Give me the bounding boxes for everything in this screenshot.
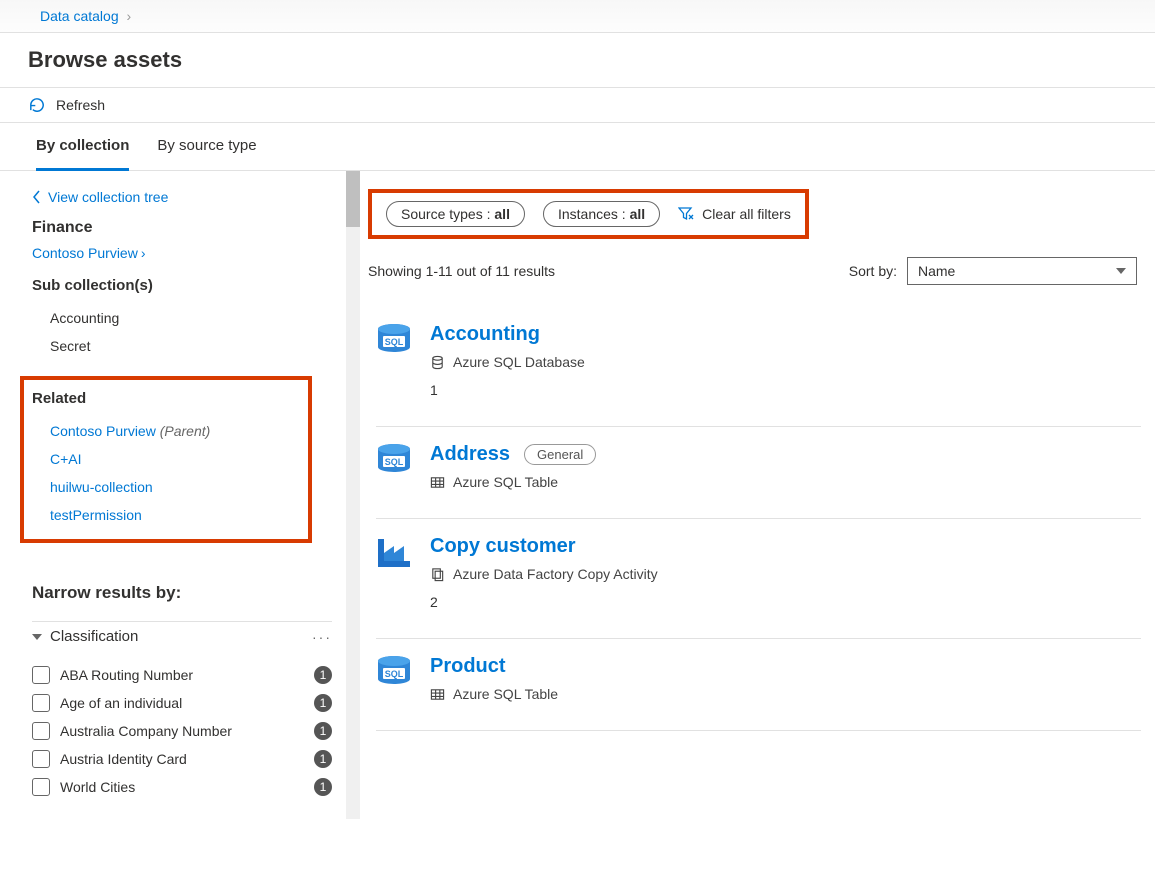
results-header: Showing 1-11 out of 11 results Sort by: … xyxy=(368,257,1141,285)
result-type: Azure SQL Database xyxy=(430,354,1141,370)
refresh-icon[interactable] xyxy=(28,96,46,114)
main-content: Source types : all Instances : all Clear… xyxy=(360,171,1155,819)
facet-more-menu[interactable]: ··· xyxy=(312,629,332,645)
sort-selected: Name xyxy=(918,263,955,279)
caret-down-icon xyxy=(32,634,42,640)
tabs: By collection By source type xyxy=(0,123,1155,171)
result-type: Azure SQL Table xyxy=(430,686,1141,702)
copy-icon xyxy=(430,567,445,582)
related-title: Related xyxy=(32,390,300,407)
result-item: SQL Accounting Azure SQL Database 1 xyxy=(376,307,1141,427)
result-count: 1 xyxy=(430,382,1141,398)
checkbox[interactable] xyxy=(32,750,50,768)
sql-icon: SQL xyxy=(376,443,412,475)
facet-label: Austria Identity Card xyxy=(60,751,187,767)
clear-all-filters[interactable]: Clear all filters xyxy=(678,206,791,222)
chevron-right-icon: › xyxy=(141,245,146,261)
clear-filters-label: Clear all filters xyxy=(702,206,791,222)
svg-text:SQL: SQL xyxy=(385,337,404,347)
scrollbar-track xyxy=(346,171,360,819)
chevron-left-icon xyxy=(32,190,42,204)
related-item[interactable]: huilwu-collection xyxy=(32,473,300,501)
sql-icon: SQL xyxy=(376,655,412,687)
facet-label: Australia Company Number xyxy=(60,723,232,739)
page-title: Browse assets xyxy=(0,33,1155,88)
table-icon xyxy=(430,475,445,490)
facet-item[interactable]: World Cities 1 xyxy=(32,773,332,801)
related-item[interactable]: testPermission xyxy=(32,501,300,529)
sub-collections-title: Sub collection(s) xyxy=(32,277,332,294)
facet-label: World Cities xyxy=(60,779,135,795)
related-item[interactable]: Contoso Purview (Parent) xyxy=(32,417,300,445)
checkbox[interactable] xyxy=(32,722,50,740)
sort-select[interactable]: Name xyxy=(907,257,1137,285)
filter-source-types[interactable]: Source types : all xyxy=(386,201,525,227)
filters-bar: Source types : all Instances : all Clear… xyxy=(368,189,809,239)
related-section: Related Contoso Purview (Parent)C+AIhuil… xyxy=(20,376,312,543)
toolbar: Refresh xyxy=(0,88,1155,123)
view-tree-label: View collection tree xyxy=(48,189,168,205)
table-icon xyxy=(430,687,445,702)
checkbox[interactable] xyxy=(32,694,50,712)
facet-item[interactable]: Austria Identity Card 1 xyxy=(32,745,332,773)
result-badge: General xyxy=(524,444,596,465)
breadcrumb: Data catalog › xyxy=(0,0,1155,33)
checkbox[interactable] xyxy=(32,666,50,684)
svg-text:SQL: SQL xyxy=(385,457,404,467)
result-title[interactable]: Accounting xyxy=(430,323,540,346)
filter-instances[interactable]: Instances : all xyxy=(543,201,660,227)
parent-collection-link[interactable]: Contoso Purview › xyxy=(32,245,332,261)
facet-item[interactable]: Age of an individual 1 xyxy=(32,689,332,717)
database-icon xyxy=(430,355,445,370)
result-title[interactable]: Address xyxy=(430,443,510,466)
sql-icon: SQL xyxy=(376,323,412,355)
related-item[interactable]: C+AI xyxy=(32,445,300,473)
facet-count: 1 xyxy=(314,750,332,768)
checkbox[interactable] xyxy=(32,778,50,796)
filter-clear-icon xyxy=(678,206,694,222)
collection-title: Finance xyxy=(32,219,332,237)
subcollection-item[interactable]: Secret xyxy=(32,332,332,360)
chevron-right-icon: › xyxy=(127,8,132,24)
result-type: Azure Data Factory Copy Activity xyxy=(430,566,1141,582)
results-summary: Showing 1-11 out of 11 results xyxy=(368,263,555,279)
narrow-results-title: Narrow results by: xyxy=(32,583,332,603)
facet-name: Classification xyxy=(50,628,138,645)
refresh-button[interactable]: Refresh xyxy=(56,97,105,113)
factory-icon xyxy=(376,535,412,569)
parent-collection-label: Contoso Purview xyxy=(32,245,138,261)
result-type: Azure SQL Table xyxy=(430,474,1141,490)
facet-item[interactable]: ABA Routing Number 1 xyxy=(32,661,332,689)
breadcrumb-link-data-catalog[interactable]: Data catalog xyxy=(40,8,119,24)
result-item: Copy customer Azure Data Factory Copy Act… xyxy=(376,519,1141,639)
result-item: SQL Product Azure SQL Table xyxy=(376,639,1141,731)
result-item: SQL Address General Azure SQL Table xyxy=(376,427,1141,519)
facet-count: 1 xyxy=(314,722,332,740)
tab-by-source-type[interactable]: By source type xyxy=(157,123,256,170)
facet-classification-header[interactable]: Classification ··· xyxy=(32,621,332,651)
facet-label: ABA Routing Number xyxy=(60,667,193,683)
result-title[interactable]: Product xyxy=(430,655,506,678)
result-count: 2 xyxy=(430,594,1141,610)
sidebar: View collection tree Finance Contoso Pur… xyxy=(0,171,360,819)
facet-count: 1 xyxy=(314,694,332,712)
scrollbar-thumb[interactable] xyxy=(346,171,360,227)
facet-label: Age of an individual xyxy=(60,695,182,711)
facet-item[interactable]: Australia Company Number 1 xyxy=(32,717,332,745)
facet-count: 1 xyxy=(314,666,332,684)
tab-by-collection[interactable]: By collection xyxy=(36,123,129,171)
result-title[interactable]: Copy customer xyxy=(430,535,576,558)
subcollection-item[interactable]: Accounting xyxy=(32,304,332,332)
sort-label: Sort by: xyxy=(849,263,897,279)
view-collection-tree-link[interactable]: View collection tree xyxy=(32,189,332,205)
chevron-down-icon xyxy=(1116,268,1126,274)
facet-count: 1 xyxy=(314,778,332,796)
svg-text:SQL: SQL xyxy=(385,669,404,679)
